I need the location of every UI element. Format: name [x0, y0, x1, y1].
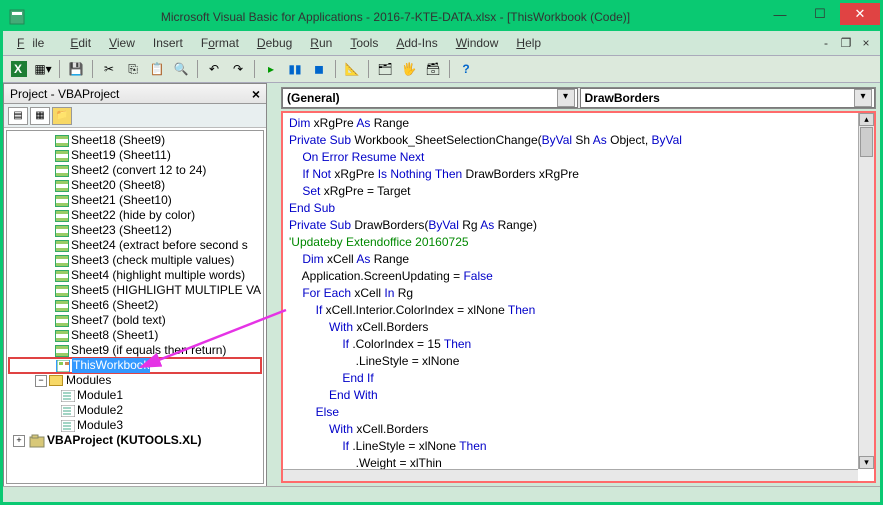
project-explorer-close-button[interactable]: × [252, 86, 260, 102]
tree-sheet-item[interactable]: Sheet9 (if equals then return) [9, 343, 261, 358]
menu-window[interactable]: Window [448, 34, 507, 52]
tree-sheet-item[interactable]: Sheet4 (highlight multiple words) [9, 268, 261, 283]
menu-format[interactable]: Format [193, 34, 247, 52]
sheet-icon [55, 225, 69, 237]
menu-edit[interactable]: Edit [62, 34, 99, 52]
menu-addins[interactable]: Add-Ins [388, 34, 445, 52]
close-button[interactable]: ✕ [840, 3, 880, 25]
insert-module-dropdown[interactable]: ▦▾ [33, 59, 53, 79]
tree-sheet-item[interactable]: Sheet2 (convert 12 to 24) [9, 163, 261, 178]
app-icon [3, 3, 31, 31]
sheet-icon [55, 135, 69, 147]
sheet-icon [55, 240, 69, 252]
tree-thisworkbook[interactable]: ThisWorkbook [9, 358, 261, 373]
maximize-button[interactable]: ☐ [800, 3, 840, 25]
tree-vbaproject-root[interactable]: VBAProject (KUTOOLS.XL) [9, 433, 261, 448]
reset-button[interactable]: ◼ [309, 59, 329, 79]
menu-help[interactable]: Help [508, 34, 549, 52]
tree-sheet-item[interactable]: Sheet7 (bold text) [9, 313, 261, 328]
module-icon [61, 420, 75, 432]
tree-sheet-item[interactable]: Sheet6 (Sheet2) [9, 298, 261, 313]
tree-sheet-item[interactable]: Sheet21 (Sheet10) [9, 193, 261, 208]
break-button[interactable]: ▮▮ [285, 59, 305, 79]
tree-sheet-item[interactable]: Sheet5 (HIGHLIGHT MULTIPLE VA [9, 283, 261, 298]
module-icon [61, 390, 75, 402]
project-tree[interactable]: Sheet18 (Sheet9)Sheet19 (Sheet11)Sheet2 … [6, 130, 264, 484]
sheet-icon [55, 270, 69, 282]
paste-button[interactable]: 📋 [147, 59, 167, 79]
tree-module-item[interactable]: Module2 [9, 403, 261, 418]
menu-tools[interactable]: Tools [342, 34, 386, 52]
project-explorer: Project - VBAProject × ▤ ▦ 📁 Sheet18 (Sh… [3, 83, 267, 487]
procedure-dropdown[interactable]: DrawBorders [580, 88, 876, 108]
run-button[interactable]: ▸ [261, 59, 281, 79]
save-button[interactable]: 💾 [66, 59, 86, 79]
sheet-icon [55, 150, 69, 162]
module-icon [61, 405, 75, 417]
toolbar: X ▦▾ 💾 ✂ ⎘ 📋 🔍 ↶ ↷ ▸ ▮▮ ◼ 📐 🗂 🖐 🗃 ? [3, 55, 880, 83]
mdi-minimize-button[interactable]: - [818, 36, 834, 50]
design-mode-button[interactable]: 📐 [342, 59, 362, 79]
object-browser-button[interactable]: 🗃 [423, 59, 443, 79]
tree-sheet-item[interactable]: Sheet22 (hide by color) [9, 208, 261, 223]
sheet-icon [55, 195, 69, 207]
object-dropdown[interactable]: (General) [282, 88, 578, 108]
tree-sheet-item[interactable]: Sheet24 (extract before second s [9, 238, 261, 253]
toggle-folders-button[interactable]: 📁 [52, 107, 72, 125]
excel-icon[interactable]: X [9, 59, 29, 79]
folder-icon [49, 375, 63, 386]
menu-run[interactable]: Run [302, 34, 340, 52]
tree-module-item[interactable]: Module1 [9, 388, 261, 403]
project-explorer-title: Project - VBAProject × [4, 84, 266, 104]
workbook-icon [56, 360, 70, 372]
menu-file[interactable]: File [9, 34, 60, 52]
undo-button[interactable]: ↶ [204, 59, 224, 79]
sheet-icon [55, 255, 69, 267]
window-title: Microsoft Visual Basic for Applications … [31, 10, 760, 24]
svg-text:X: X [14, 62, 22, 76]
properties-button[interactable]: 🖐 [399, 59, 419, 79]
tree-sheet-item[interactable]: Sheet23 (Sheet12) [9, 223, 261, 238]
sheet-icon [55, 300, 69, 312]
mdi-restore-button[interactable]: ❐ [838, 36, 854, 50]
menu-debug[interactable]: Debug [249, 34, 300, 52]
status-bar [3, 486, 880, 502]
tree-modules-folder[interactable]: Modules [9, 373, 261, 388]
sheet-icon [55, 210, 69, 222]
sheet-icon [55, 285, 69, 297]
tree-sheet-item[interactable]: Sheet19 (Sheet11) [9, 148, 261, 163]
menu-insert[interactable]: Insert [145, 34, 191, 52]
tree-sheet-item[interactable]: Sheet8 (Sheet1) [9, 328, 261, 343]
project-explorer-button[interactable]: 🗂 [375, 59, 395, 79]
menu-bar: File Edit View Insert Format Debug Run T… [3, 31, 880, 55]
tree-sheet-item[interactable]: Sheet3 (check multiple values) [9, 253, 261, 268]
vertical-scrollbar[interactable] [858, 113, 874, 469]
title-bar: Microsoft Visual Basic for Applications … [3, 3, 880, 31]
menu-view[interactable]: View [101, 34, 143, 52]
minimize-button[interactable]: — [760, 3, 800, 25]
sheet-icon [55, 180, 69, 192]
find-button[interactable]: 🔍 [171, 59, 191, 79]
sheet-icon [55, 315, 69, 327]
mdi-close-button[interactable]: × [858, 36, 874, 50]
help-button[interactable]: ? [456, 59, 476, 79]
cut-button[interactable]: ✂ [99, 59, 119, 79]
tree-module-item[interactable]: Module3 [9, 418, 261, 433]
tree-sheet-item[interactable]: Sheet20 (Sheet8) [9, 178, 261, 193]
horizontal-scrollbar[interactable] [283, 469, 858, 481]
sheet-icon [55, 165, 69, 177]
view-code-button[interactable]: ▤ [8, 107, 28, 125]
sheet-icon [55, 345, 69, 357]
tree-sheet-item[interactable]: Sheet18 (Sheet9) [9, 133, 261, 148]
view-object-button[interactable]: ▦ [30, 107, 50, 125]
code-editor[interactable]: Dim xRgPre As Range Private Sub Workbook… [281, 111, 876, 483]
redo-button[interactable]: ↷ [228, 59, 248, 79]
copy-button[interactable]: ⎘ [123, 59, 143, 79]
sheet-icon [55, 330, 69, 342]
